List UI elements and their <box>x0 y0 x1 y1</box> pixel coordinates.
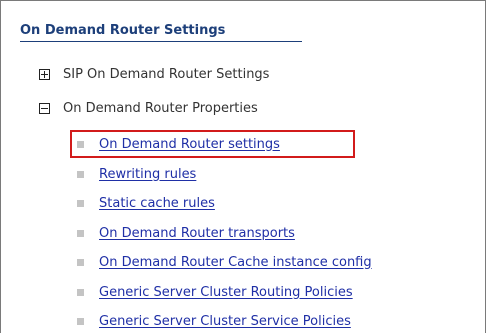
square-bullet-icon <box>77 317 84 325</box>
link-item-static-cache-rules: Static cache rules <box>77 194 215 212</box>
link-item-cache-instance-config: On Demand Router Cache instance config <box>77 253 372 271</box>
highlight-box <box>70 130 355 158</box>
expand-plus-icon[interactable] <box>39 69 50 80</box>
link-item-cluster-routing-policies: Generic Server Cluster Routing Policies <box>77 283 353 301</box>
square-bullet-icon <box>77 170 84 178</box>
link-cluster-routing-policies[interactable]: Generic Server Cluster Routing Policies <box>99 285 353 300</box>
link-rewriting-rules[interactable]: Rewriting rules <box>99 167 196 182</box>
square-bullet-icon <box>77 288 84 296</box>
settings-panel: On Demand Router Settings SIP On Demand … <box>0 0 486 333</box>
title-divider <box>20 41 302 42</box>
link-cache-instance-config[interactable]: On Demand Router Cache instance config <box>99 255 372 270</box>
link-router-transports[interactable]: On Demand Router transports <box>99 226 295 241</box>
link-item-router-transports: On Demand Router transports <box>77 224 295 242</box>
link-item-rewriting-rules: Rewriting rules <box>77 165 196 183</box>
collapse-minus-icon[interactable] <box>39 103 50 114</box>
link-cluster-service-policies[interactable]: Generic Server Cluster Service Policies <box>99 314 351 329</box>
panel-title: On Demand Router Settings <box>20 23 226 38</box>
square-bullet-icon <box>77 229 84 237</box>
tree-node-sip-settings[interactable]: SIP On Demand Router Settings <box>39 67 269 82</box>
link-item-cluster-service-policies: Generic Server Cluster Service Policies <box>77 312 351 330</box>
square-bullet-icon <box>77 258 84 266</box>
link-static-cache-rules[interactable]: Static cache rules <box>99 196 215 211</box>
tree-node-label: On Demand Router Properties <box>63 101 258 116</box>
tree-node-router-properties[interactable]: On Demand Router Properties <box>39 101 258 116</box>
square-bullet-icon <box>77 199 84 207</box>
tree-node-label: SIP On Demand Router Settings <box>63 67 270 82</box>
